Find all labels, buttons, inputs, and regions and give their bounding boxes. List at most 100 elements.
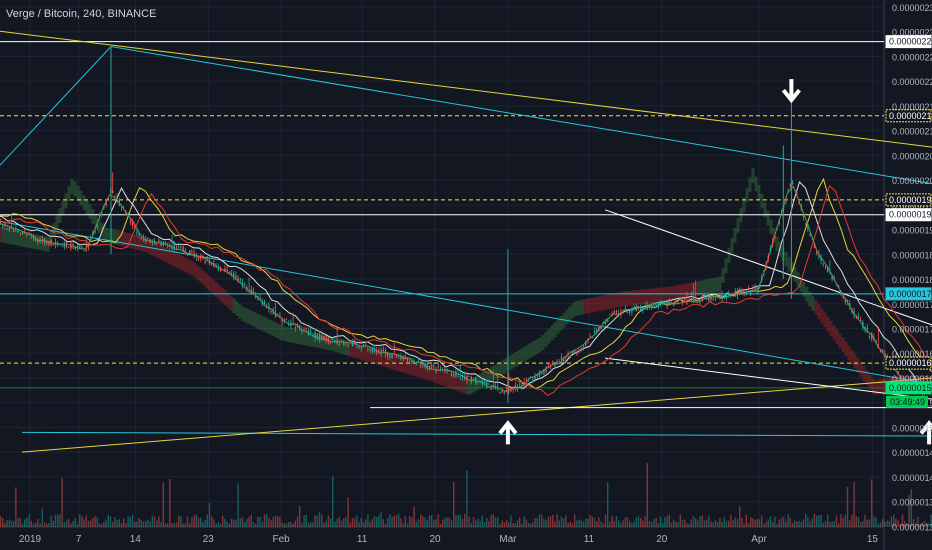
cloud-segment: [256, 313, 260, 329]
volume-bar: [556, 514, 558, 527]
candle-body: [523, 382, 525, 385]
volume-bar: [723, 517, 725, 527]
volume-bar: [811, 518, 813, 527]
volume-bar: [299, 505, 301, 527]
candle-body: [35, 238, 37, 240]
candle-body: [521, 385, 523, 388]
candle-body: [624, 308, 626, 310]
candle-body: [725, 295, 728, 299]
candle-body: [503, 392, 505, 394]
volume-bar: [105, 519, 107, 527]
candle-body: [351, 342, 354, 347]
candle-body: [17, 230, 19, 233]
volume-bar: [52, 520, 54, 527]
volume-bar: [690, 519, 692, 527]
candle-body: [835, 283, 838, 284]
candle-body: [796, 193, 798, 195]
volume-bar: [809, 521, 811, 527]
cloud-segment: [364, 346, 368, 362]
candle-body: [356, 343, 358, 345]
cloud-segment: [274, 322, 278, 338]
candle-body: [384, 350, 387, 355]
volume-bar: [134, 521, 136, 527]
candle-body: [149, 239, 151, 243]
volume-bar: [367, 514, 369, 527]
candle-body: [208, 260, 211, 264]
volume-bar: [85, 515, 87, 527]
volume-bar: [534, 518, 536, 527]
candle-body: [877, 344, 879, 348]
volume-bar: [169, 478, 171, 527]
volume-bar: [90, 520, 92, 527]
volume-bar: [43, 522, 46, 527]
candle-body: [761, 277, 763, 281]
volume-bar: [585, 518, 587, 527]
price-chart[interactable]: 0.000002350.000002300.000002250.00000220…: [0, 0, 932, 550]
cloud-segment: [712, 277, 716, 293]
candle-body: [708, 296, 710, 301]
volume-bar: [138, 518, 140, 527]
cloud-segment: [493, 364, 497, 380]
candle-body: [422, 363, 424, 365]
volume-bar: [382, 519, 384, 527]
volume-bar: [270, 520, 272, 527]
cloud-segment: [193, 262, 197, 278]
y-tick-label: 0.00000170: [892, 324, 932, 334]
volume-bar: [501, 520, 503, 527]
cloud-segment: [634, 290, 638, 305]
volume-bar: [415, 521, 417, 527]
y-tick-label: 0.00000185: [892, 250, 932, 260]
cloud-segment: [805, 287, 809, 302]
cloud-segment: [652, 288, 656, 304]
volume-bar: [189, 523, 191, 527]
volume-bar: [763, 523, 765, 527]
volume-bar: [750, 517, 752, 527]
volume-bar: [457, 514, 459, 527]
candle-body: [604, 319, 607, 324]
volume-bar: [268, 518, 270, 527]
volume-bar: [871, 479, 873, 527]
cloud-segment: [85, 199, 89, 215]
y-tick-label: 0.00000190: [892, 226, 932, 236]
cloud-segment: [1, 227, 5, 243]
candle-body: [862, 322, 864, 328]
candle-body: [228, 272, 230, 274]
volume-bar: [631, 522, 633, 527]
volume-bar: [461, 519, 464, 527]
candle-body: [719, 295, 721, 298]
candle-body: [470, 377, 472, 382]
cloud-segment: [709, 278, 713, 294]
volume-bar: [635, 517, 637, 527]
volume-bar: [101, 523, 103, 527]
volume-bar: [318, 511, 321, 527]
volume-bar: [853, 481, 855, 527]
candle-body: [316, 335, 318, 338]
volume-bar: [633, 521, 635, 527]
y-tick-label: 0.00000225: [892, 52, 932, 62]
cloud-segment: [826, 316, 830, 332]
candle-body: [162, 241, 164, 246]
cloud-segment: [124, 232, 128, 248]
candle-body: [217, 267, 219, 270]
y-tick-label: 0.00000135: [892, 498, 932, 508]
volume-bar: [563, 518, 565, 527]
candle-body: [395, 354, 398, 358]
volume-bar: [838, 523, 840, 527]
cloud-segment: [595, 296, 599, 312]
candle-body: [43, 239, 46, 244]
candle-body: [563, 359, 565, 362]
cloud-segment: [535, 339, 539, 354]
candle-body: [252, 290, 255, 293]
volume-bar: [206, 514, 208, 527]
candle-body: [514, 385, 516, 389]
cloud-segment: [223, 290, 227, 305]
candle-body: [175, 247, 178, 248]
candle-body: [301, 330, 303, 331]
cloud-segment: [631, 290, 635, 306]
volume-bar: [455, 515, 457, 527]
candle-body: [61, 243, 63, 245]
volume-bar: [380, 512, 382, 527]
candle-body: [805, 223, 807, 225]
cloud-segment: [775, 236, 779, 252]
volume-bar: [791, 522, 794, 527]
